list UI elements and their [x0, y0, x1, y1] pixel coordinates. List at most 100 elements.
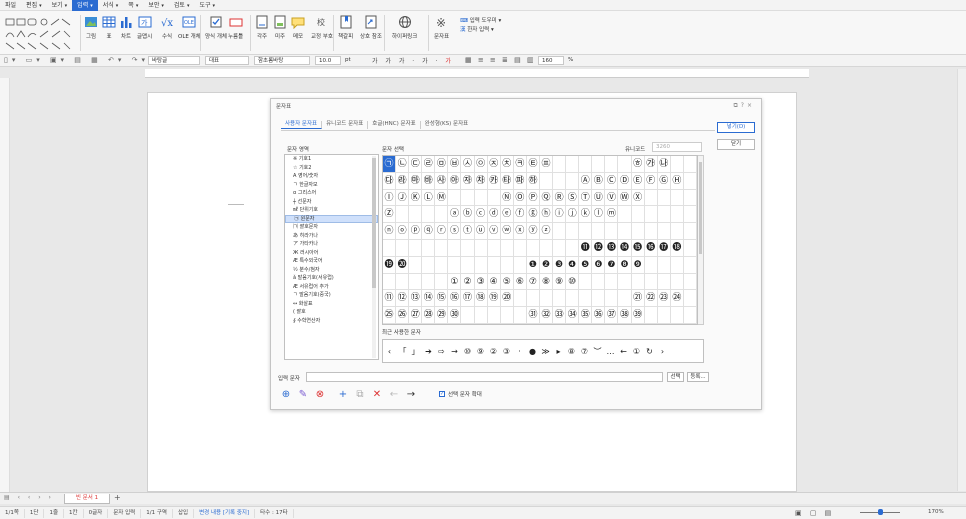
add-char-icon[interactable]: ⊕	[279, 388, 293, 402]
menu-page[interactable]: 쪽 ▾	[123, 0, 143, 11]
char-cell[interactable]	[683, 223, 697, 240]
char-cell[interactable]	[579, 290, 593, 308]
char-cell[interactable]	[474, 239, 488, 257]
char-cell[interactable]	[435, 256, 449, 274]
char-cell[interactable]: ㉶	[461, 172, 475, 190]
list-item[interactable]: ∮ 수학연산자	[285, 317, 378, 326]
char-cell[interactable]	[435, 206, 449, 224]
char-cell[interactable]: ⓬	[592, 239, 606, 257]
char-cell[interactable]: Ⓙ	[396, 189, 410, 207]
char-cell[interactable]: ⑩	[566, 273, 580, 291]
char-cell[interactable]	[644, 307, 658, 324]
char-cell[interactable]: ㉗	[409, 307, 423, 324]
char-cell[interactable]: ㉝	[553, 307, 567, 324]
char-cell[interactable]: ㉢	[409, 156, 423, 173]
char-cell[interactable]	[500, 239, 514, 257]
char-cell[interactable]	[526, 239, 540, 257]
ribbon-charmap-button[interactable]: ※ 문자표	[434, 15, 449, 40]
char-cell[interactable]: Ⓓ	[618, 172, 632, 190]
char-cell[interactable]	[396, 273, 410, 291]
char-cell[interactable]	[683, 290, 697, 308]
status-track-changes[interactable]: 변경 내용 [기록 중지]	[194, 508, 256, 518]
char-cell[interactable]: ㉥	[448, 156, 462, 173]
recent-char[interactable]: ≫	[539, 347, 552, 356]
recent-char[interactable]: ⑧	[565, 347, 578, 356]
char-cell[interactable]: Ⓝ	[500, 189, 514, 207]
char-cell[interactable]: ③	[474, 273, 488, 291]
ribbon-form-button[interactable]: 양식 개체	[205, 15, 227, 40]
char-cell-selected[interactable]: ㉠	[383, 156, 397, 173]
char-cell[interactable]: Ⓡ	[553, 189, 567, 207]
char-cell[interactable]	[435, 239, 449, 257]
list-item[interactable]: ㄱ 한글자모	[285, 181, 378, 190]
char-cell[interactable]: ㉷	[474, 172, 488, 190]
list-item[interactable]: Æ 특수외국어	[285, 257, 378, 266]
recent-char[interactable]: 」	[409, 346, 422, 357]
list-item[interactable]: ア 가타카나	[285, 240, 378, 249]
char-cell[interactable]: Ⓒ	[605, 172, 619, 190]
delete-char-icon[interactable]: ⊗	[313, 388, 327, 402]
recent-char[interactable]: →	[448, 347, 461, 356]
ribbon-endnote-button[interactable]: 미주	[273, 15, 287, 40]
char-cell[interactable]	[644, 223, 658, 240]
char-cell[interactable]: ⓦ	[500, 223, 514, 240]
char-cell[interactable]	[657, 256, 671, 274]
char-cell[interactable]: ⓗ	[539, 206, 554, 224]
char-cell[interactable]: ㉴	[435, 172, 449, 190]
char-cell[interactable]	[553, 172, 567, 190]
char-cell[interactable]: ❹	[566, 256, 580, 274]
list-item[interactable]: ☆ 기호2	[285, 164, 378, 173]
list-item[interactable]: ㈀ 괄호문자	[285, 223, 378, 232]
char-cell[interactable]: ⓓ	[487, 206, 501, 224]
char-cell[interactable]	[683, 256, 697, 274]
char-cell[interactable]: ⓮	[618, 239, 632, 257]
char-cell[interactable]: ⑮	[435, 290, 449, 308]
char-cell[interactable]	[409, 239, 423, 257]
ribbon-table-button[interactable]: 표	[102, 15, 116, 40]
char-cell[interactable]: Ⓜ	[435, 189, 449, 207]
recent-char[interactable]: ←	[617, 347, 630, 356]
list-item[interactable]: Æ 서유럽어 추가	[285, 283, 378, 292]
list-item[interactable]: あ 히라가나	[285, 232, 378, 241]
char-cell[interactable]	[644, 206, 658, 224]
ribbon-memo-button[interactable]: 메모	[291, 15, 305, 40]
area-list[interactable]: ※ 기호1 ☆ 기호2 A 영어/숫자 ㄱ 한글자모 α 그리스어 ┼ 선문자 …	[284, 154, 379, 360]
char-cell[interactable]: Ⓐ	[579, 172, 593, 190]
char-cell[interactable]	[579, 223, 593, 240]
char-cell[interactable]	[553, 156, 567, 173]
char-cell[interactable]: ⓙ	[566, 206, 580, 224]
char-cell[interactable]	[618, 206, 632, 224]
char-cell[interactable]: ❺	[579, 256, 593, 274]
char-cell[interactable]: ㉮	[644, 156, 658, 173]
char-cell[interactable]	[553, 239, 567, 257]
char-cell[interactable]	[448, 189, 462, 207]
ribbon-crossref-button[interactable]: 상호 참조	[360, 15, 382, 40]
char-cell[interactable]: ⓝ	[383, 223, 397, 240]
font-category-select[interactable]: 대표	[205, 56, 249, 65]
hanja-input-button[interactable]: 漢 한자 입력 ▾	[460, 26, 501, 35]
font-select[interactable]: 함초롬바탕	[254, 56, 310, 65]
close-button[interactable]: 닫기	[717, 139, 755, 150]
char-cell[interactable]	[618, 156, 632, 173]
sheet-nav-icons[interactable]: ▤ ‹ ‹ › ›	[4, 494, 54, 501]
char-cell[interactable]: Ⓟ	[526, 189, 540, 207]
char-cell[interactable]	[683, 239, 697, 257]
char-cell[interactable]	[605, 223, 619, 240]
recent-char[interactable]: ●	[526, 347, 539, 356]
char-cell[interactable]: ⓚ	[579, 206, 593, 224]
add-sheet-icon[interactable]: +	[114, 493, 121, 502]
char-cell[interactable]: ⓘ	[553, 206, 567, 224]
char-cell[interactable]: ㉓	[657, 290, 671, 308]
tab-user-charmap[interactable]: 사용자 문자표	[281, 121, 323, 129]
arrow-left-icon[interactable]: ←	[387, 388, 401, 402]
char-cell[interactable]: ㉳	[422, 172, 436, 190]
char-cell[interactable]: ㊴	[631, 307, 645, 324]
insert-button[interactable]: 넣기(D)	[717, 122, 755, 133]
menu-edit[interactable]: 편집 ▾	[21, 0, 47, 11]
enlarge-option[interactable]: ✓ 선택 문자 확대	[439, 390, 482, 398]
recent-char[interactable]: ②	[487, 347, 500, 356]
char-cell[interactable]	[631, 223, 645, 240]
char-cell[interactable]	[383, 239, 397, 257]
char-cell[interactable]: ㉛	[526, 307, 540, 324]
char-cell[interactable]: Ⓕ	[644, 172, 658, 190]
